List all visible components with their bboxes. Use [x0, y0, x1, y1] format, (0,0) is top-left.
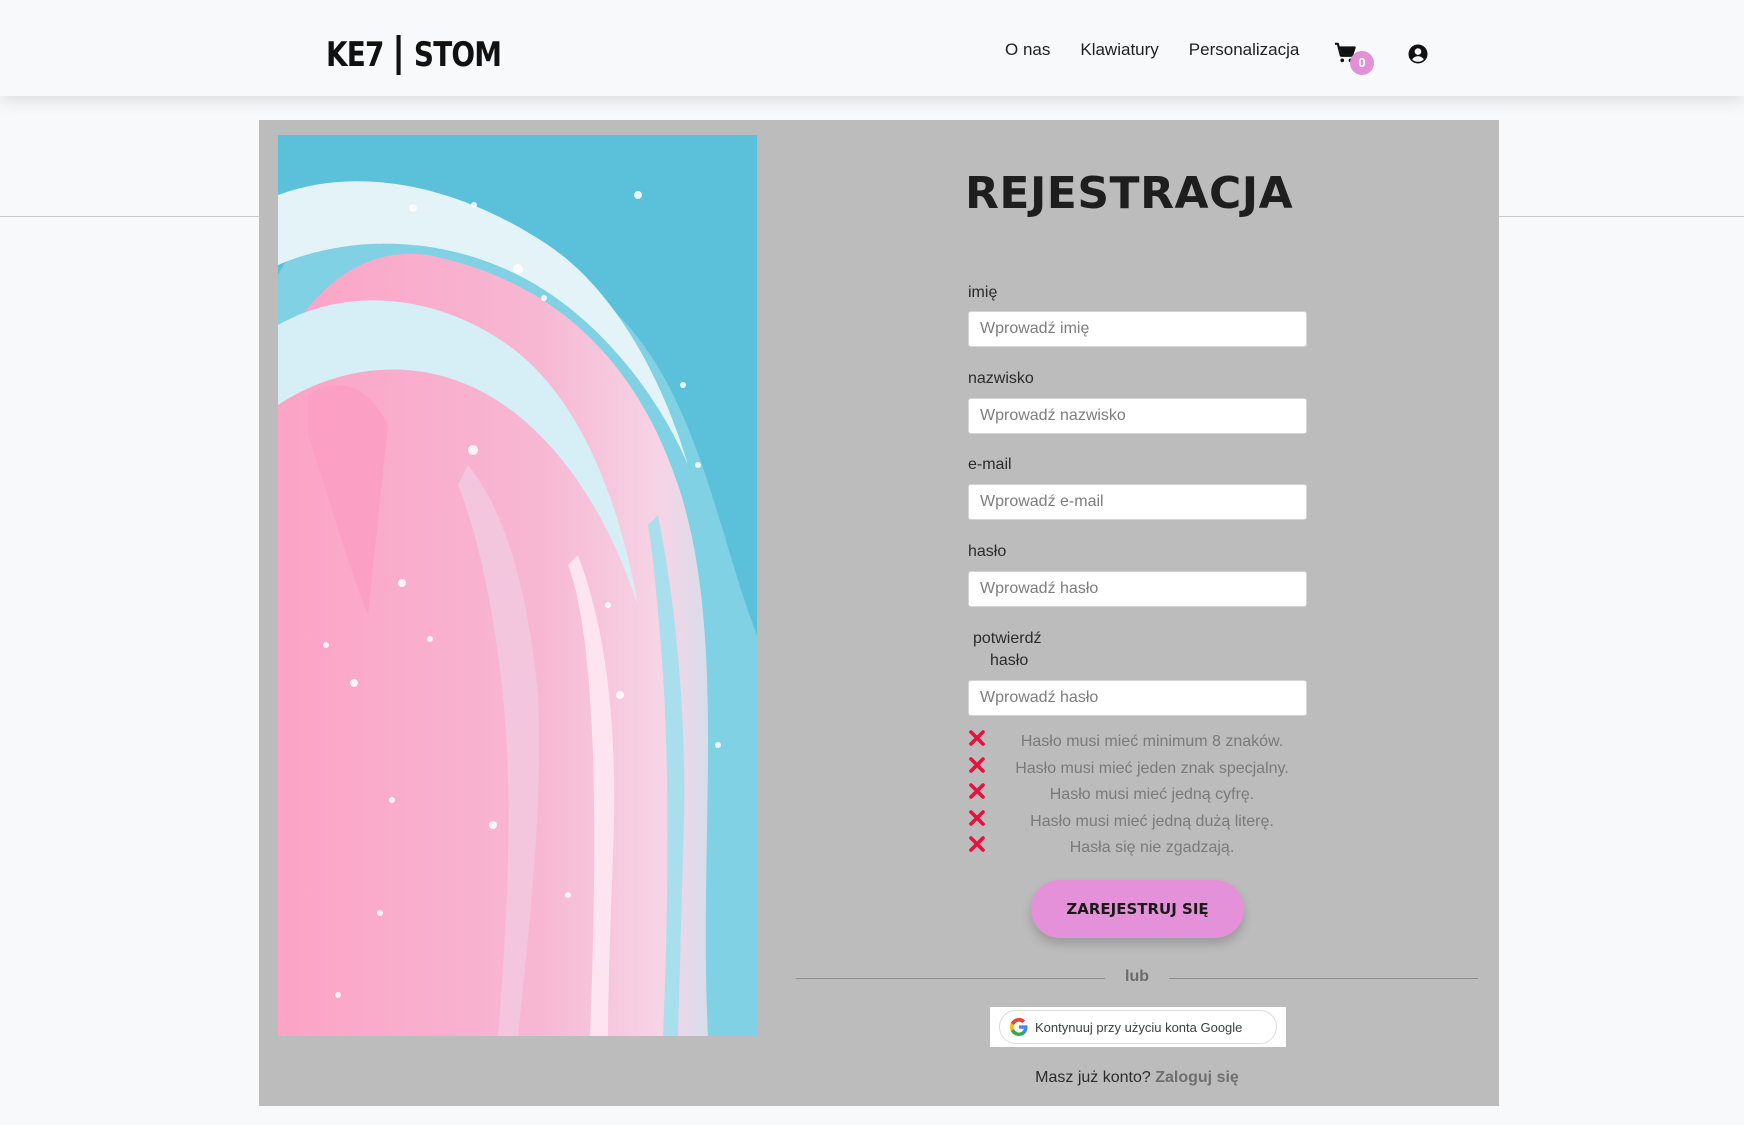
or-divider-left	[796, 978, 1105, 979]
abstract-artwork-image	[278, 135, 757, 1036]
user-circle-icon[interactable]	[1408, 44, 1428, 64]
password-rules-list: Hasło musi mieć minimum 8 znaków. Hasło …	[968, 730, 1308, 864]
password-rule: Hasło musi mieć jedną dużą literę.	[968, 809, 1308, 838]
login-prompt-row: Masz już konto? Zaloguj się	[965, 1069, 1309, 1087]
cart-count-badge: 0	[1350, 51, 1374, 75]
password-rule-text: Hasło musi mieć jedną cyfrę.	[1049, 786, 1255, 803]
main-nav: O nas Klawiatury Personalizacja	[1005, 40, 1299, 60]
first-name-input[interactable]	[968, 311, 1307, 347]
login-link[interactable]: Zaloguj się	[1155, 1069, 1239, 1086]
navbar: KE7 STOM O nas Klawiatury Personalizacja…	[0, 0, 1744, 96]
or-divider-label: lub	[1125, 968, 1149, 985]
password-rule: Hasło musi mieć minimum 8 znaków.	[968, 730, 1308, 758]
google-signin-container: Kontynuuj przy użyciu konta Google	[990, 1007, 1286, 1047]
logo-text-right: STOM	[413, 35, 502, 75]
google-signin-label: Kontynuuj przy użyciu konta Google	[1035, 1019, 1243, 1035]
cross-icon	[969, 730, 985, 746]
cross-icon	[969, 756, 985, 773]
cross-icon	[969, 809, 985, 826]
password-rule: Hasło musi mieć jeden znak specjalny.	[968, 756, 1308, 785]
password-rule: Hasła się nie zgadzają.	[968, 836, 1308, 864]
confirm-password-label-line1: potwierdź	[973, 630, 1042, 647]
password-rule-text: Hasło musi mieć jeden znak specjalny.	[1015, 759, 1289, 777]
password-label: hasło	[968, 543, 1007, 560]
last-name-label: nazwisko	[968, 370, 1034, 387]
login-prompt-text: Masz już konto?	[1035, 1069, 1151, 1086]
password-rule-text: Hasła się nie zgadzają.	[1069, 839, 1235, 856]
page-title: REJESTRACJA	[965, 168, 1294, 219]
nav-link-personalization[interactable]: Personalizacja	[1189, 40, 1300, 60]
email-label: e-mail	[968, 456, 1012, 473]
site-logo[interactable]: KE7 STOM	[326, 30, 502, 80]
logo-text-left: KE7	[326, 35, 384, 75]
registration-card: REJESTRACJA imię nazwisko e-mail hasło p…	[259, 120, 1499, 1106]
password-rule: Hasło musi mieć jedną cyfrę.	[968, 783, 1308, 811]
cross-icon	[969, 836, 985, 852]
register-button[interactable]: ZAREJESTRUJ SIĘ	[1031, 880, 1244, 938]
nav-link-about[interactable]: O nas	[1005, 40, 1050, 60]
password-rule-text: Hasło musi mieć jedną dużą literę.	[1030, 812, 1274, 830]
password-rule-text: Hasło musi mieć minimum 8 znaków.	[1020, 733, 1284, 750]
google-logo-icon	[1010, 1018, 1028, 1036]
last-name-input[interactable]	[968, 398, 1307, 434]
email-input[interactable]	[968, 484, 1307, 520]
or-divider-right	[1169, 978, 1478, 979]
confirm-password-input[interactable]	[968, 680, 1307, 716]
logo-divider	[396, 35, 401, 75]
first-name-label: imię	[968, 284, 998, 301]
cross-icon	[969, 783, 985, 799]
password-input[interactable]	[968, 571, 1307, 607]
confirm-password-label-line2: hasło	[990, 652, 1029, 669]
nav-link-keyboards[interactable]: Klawiatury	[1080, 40, 1158, 60]
google-signin-button[interactable]: Kontynuuj przy użyciu konta Google	[999, 1010, 1277, 1044]
